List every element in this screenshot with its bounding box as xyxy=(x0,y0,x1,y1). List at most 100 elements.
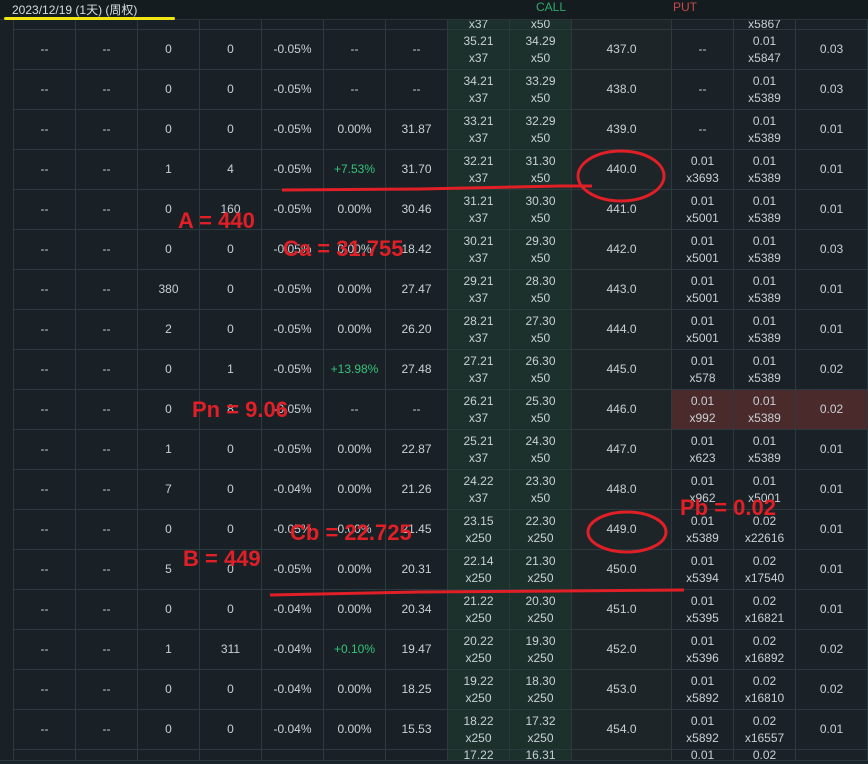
row-2-put-last-cell[interactable]: 0.01 xyxy=(796,110,868,150)
row-8-ask-size-cell[interactable]: -- xyxy=(76,350,138,390)
row-11-put-last-cell[interactable]: 0.01 xyxy=(796,470,868,510)
row-14-put-ask-cell[interactable]: 0.02 x16821 xyxy=(734,590,796,630)
row-1-put-bid-cell[interactable]: -- xyxy=(672,70,734,110)
row-17-put-last-cell[interactable]: 0.01 xyxy=(796,710,868,750)
row-13-bid-size-cell[interactable]: -- xyxy=(14,550,76,590)
row-11-iv-cell[interactable]: 21.26 xyxy=(386,470,448,510)
row-15-volume-cell[interactable]: 1 xyxy=(138,630,200,670)
row-7-bid-size-cell[interactable]: -- xyxy=(14,310,76,350)
row-7-volume-cell[interactable]: 2 xyxy=(138,310,200,350)
row-12-call-ask-cell[interactable]: 22.30 x250 xyxy=(510,510,572,550)
row-17-price-change-cell[interactable]: 0.00% xyxy=(324,710,386,750)
row-15-strike-cell[interactable]: 452.0 xyxy=(572,630,672,670)
row-4-strike-cell[interactable]: 441.0 xyxy=(572,190,672,230)
row-0-strike-cell[interactable]: 437.0 xyxy=(572,30,672,70)
row-1-put-last-cell[interactable]: 0.03 xyxy=(796,70,868,110)
row-7-put-ask-cell[interactable]: 0.01 x5389 xyxy=(734,310,796,350)
row-13-put-ask-cell[interactable]: 0.02 x17540 xyxy=(734,550,796,590)
row-10-strike-cell[interactable]: 447.0 xyxy=(572,430,672,470)
row-4-put-last-cell[interactable]: 0.01 xyxy=(796,190,868,230)
row-14-change-pct-cell[interactable]: -0.04% xyxy=(262,590,324,630)
row-15-call-ask-cell[interactable]: 19.30 x250 xyxy=(510,630,572,670)
row-9-put-last-cell[interactable]: 0.02 xyxy=(796,390,868,430)
partial-top-call-ask-cell[interactable]: x50 xyxy=(510,17,572,31)
row-1-iv-cell[interactable]: -- xyxy=(386,70,448,110)
row-17-volume-cell[interactable]: 0 xyxy=(138,710,200,750)
row-11-bid-size-cell[interactable]: -- xyxy=(14,470,76,510)
row-10-iv-cell[interactable]: 22.87 xyxy=(386,430,448,470)
row-2-put-bid-cell[interactable]: -- xyxy=(672,110,734,150)
row-12-strike-cell[interactable]: 449.0 xyxy=(572,510,672,550)
row-3-ask-size-cell[interactable]: -- xyxy=(76,150,138,190)
row-9-price-change-cell[interactable]: -- xyxy=(324,390,386,430)
row-1-strike-cell[interactable]: 438.0 xyxy=(572,70,672,110)
row-7-iv-cell[interactable]: 26.20 xyxy=(386,310,448,350)
row-5-bid-size-cell[interactable]: -- xyxy=(14,230,76,270)
row-17-strike-cell[interactable]: 454.0 xyxy=(572,710,672,750)
row-7-ask-size-cell[interactable]: -- xyxy=(76,310,138,350)
row-11-open-interest-cell[interactable]: 0 xyxy=(200,470,262,510)
row-0-price-change-cell[interactable]: -- xyxy=(324,30,386,70)
row-15-put-ask-cell[interactable]: 0.02 x16892 xyxy=(734,630,796,670)
row-12-call-bid-cell[interactable]: 23.15 x250 xyxy=(448,510,510,550)
row-15-open-interest-cell[interactable]: 311 xyxy=(200,630,262,670)
partial-top-strike-cell[interactable] xyxy=(572,19,672,30)
row-10-put-bid-cell[interactable]: 0.01 x623 xyxy=(672,430,734,470)
row-8-change-pct-cell[interactable]: -0.05% xyxy=(262,350,324,390)
partial-bottom-put-bid-cell[interactable]: 0.01 xyxy=(672,748,734,762)
row-16-volume-cell[interactable]: 0 xyxy=(138,670,200,710)
row-13-price-change-cell[interactable]: 0.00% xyxy=(324,550,386,590)
row-6-put-ask-cell[interactable]: 0.01 x5389 xyxy=(734,270,796,310)
row-6-iv-cell[interactable]: 27.47 xyxy=(386,270,448,310)
row-1-ask-size-cell[interactable]: -- xyxy=(76,70,138,110)
partial-top-change-pct-cell[interactable] xyxy=(262,19,324,30)
row-13-call-ask-cell[interactable]: 21.30 x250 xyxy=(510,550,572,590)
row-14-call-ask-cell[interactable]: 20.30 x250 xyxy=(510,590,572,630)
row-15-put-bid-cell[interactable]: 0.01 x5396 xyxy=(672,630,734,670)
row-4-ask-size-cell[interactable]: -- xyxy=(76,190,138,230)
row-6-put-last-cell[interactable]: 0.01 xyxy=(796,270,868,310)
row-10-ask-size-cell[interactable]: -- xyxy=(76,430,138,470)
row-17-bid-size-cell[interactable]: -- xyxy=(14,710,76,750)
row-2-change-pct-cell[interactable]: -0.05% xyxy=(262,110,324,150)
row-11-volume-cell[interactable]: 7 xyxy=(138,470,200,510)
row-9-put-bid-cell[interactable]: 0.01 x992 xyxy=(672,390,734,430)
partial-top-put-ask-cell[interactable]: x5867 xyxy=(734,17,796,31)
row-2-bid-size-cell[interactable]: -- xyxy=(14,110,76,150)
row-11-ask-size-cell[interactable]: -- xyxy=(76,470,138,510)
row-5-volume-cell[interactable]: 0 xyxy=(138,230,200,270)
row-16-change-pct-cell[interactable]: -0.04% xyxy=(262,670,324,710)
row-5-call-ask-cell[interactable]: 29.30 x50 xyxy=(510,230,572,270)
row-12-ask-size-cell[interactable]: -- xyxy=(76,510,138,550)
row-7-price-change-cell[interactable]: 0.00% xyxy=(324,310,386,350)
row-16-call-bid-cell[interactable]: 19.22 x250 xyxy=(448,670,510,710)
row-12-volume-cell[interactable]: 0 xyxy=(138,510,200,550)
partial-top-bid-size-cell[interactable] xyxy=(14,19,76,30)
partial-top-put-bid-cell[interactable] xyxy=(672,19,734,30)
row-0-put-ask-cell[interactable]: 0.01 x5847 xyxy=(734,30,796,70)
row-14-put-bid-cell[interactable]: 0.01 x5395 xyxy=(672,590,734,630)
row-7-open-interest-cell[interactable]: 0 xyxy=(200,310,262,350)
row-16-iv-cell[interactable]: 18.25 xyxy=(386,670,448,710)
row-0-bid-size-cell[interactable]: -- xyxy=(14,30,76,70)
row-10-open-interest-cell[interactable]: 0 xyxy=(200,430,262,470)
row-8-open-interest-cell[interactable]: 1 xyxy=(200,350,262,390)
row-14-strike-cell[interactable]: 451.0 xyxy=(572,590,672,630)
row-15-call-bid-cell[interactable]: 20.22 x250 xyxy=(448,630,510,670)
row-12-open-interest-cell[interactable]: 0 xyxy=(200,510,262,550)
partial-top-ask-size-cell[interactable] xyxy=(76,19,138,30)
row-10-volume-cell[interactable]: 1 xyxy=(138,430,200,470)
row-0-call-ask-cell[interactable]: 34.29 x50 xyxy=(510,30,572,70)
row-17-change-pct-cell[interactable]: -0.04% xyxy=(262,710,324,750)
row-15-change-pct-cell[interactable]: -0.04% xyxy=(262,630,324,670)
row-8-call-bid-cell[interactable]: 27.21 x37 xyxy=(448,350,510,390)
row-1-call-ask-cell[interactable]: 33.29 x50 xyxy=(510,70,572,110)
row-13-ask-size-cell[interactable]: -- xyxy=(76,550,138,590)
partial-top-call-bid-cell[interactable]: x37 xyxy=(448,17,510,31)
row-2-volume-cell[interactable]: 0 xyxy=(138,110,200,150)
row-12-bid-size-cell[interactable]: -- xyxy=(14,510,76,550)
row-8-strike-cell[interactable]: 445.0 xyxy=(572,350,672,390)
row-6-change-pct-cell[interactable]: -0.05% xyxy=(262,270,324,310)
row-3-put-last-cell[interactable]: 0.01 xyxy=(796,150,868,190)
row-3-change-pct-cell[interactable]: -0.05% xyxy=(262,150,324,190)
